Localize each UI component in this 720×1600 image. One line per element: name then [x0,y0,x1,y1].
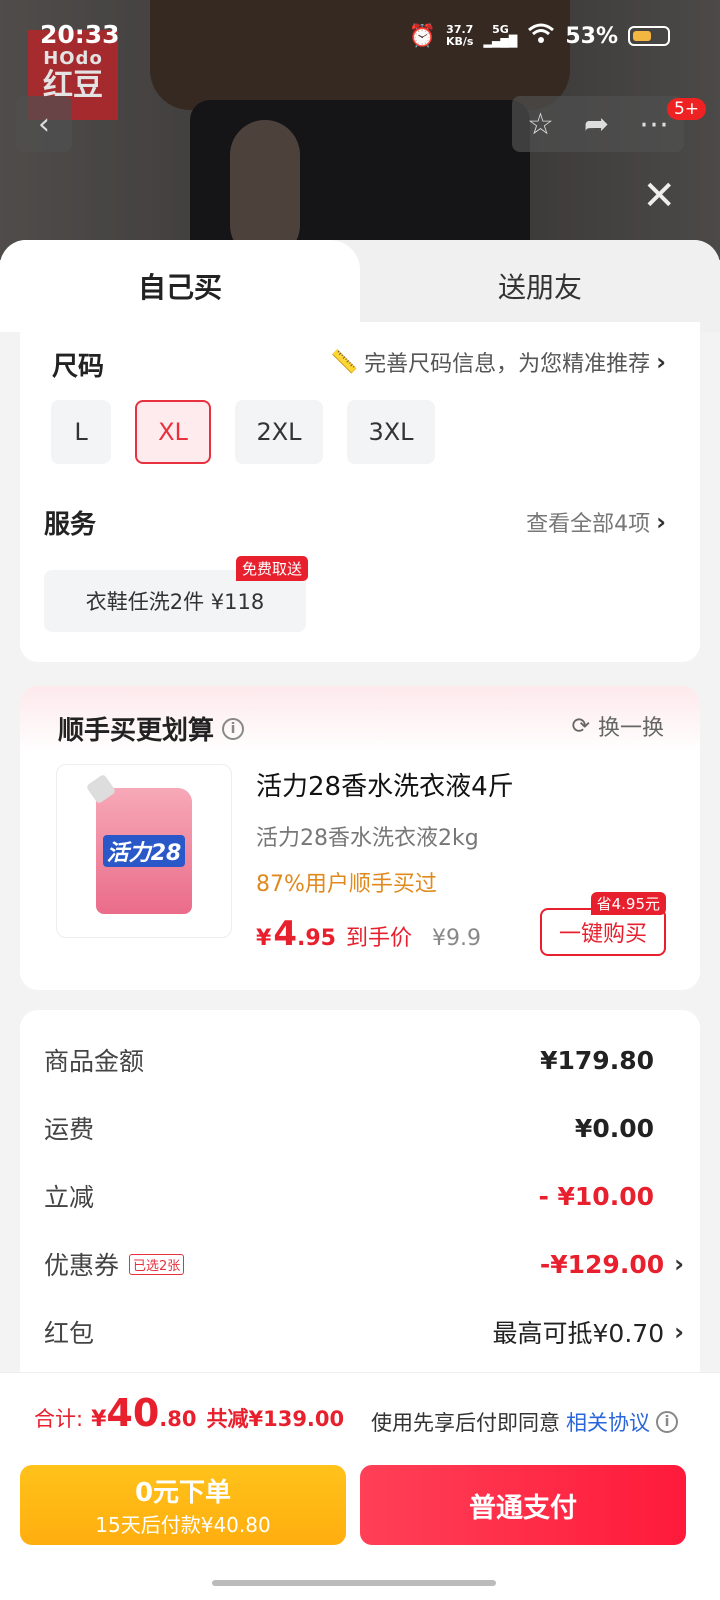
size-info-link[interactable]: 📏 完善尺码信息，为您精准推荐 › [331,346,666,378]
save-badge: 省4.95元 [590,892,666,915]
deal-title: 顺手买更划算 i [58,710,245,747]
ruler-icon: 📏 [330,349,359,375]
size-option-xl[interactable]: XL [135,400,211,464]
bought-rate: 87%用户顺手买过 [256,872,437,897]
status-bar: 20:33 ⏰ 37.7 KB/s 5G ▂▄▆█ 53% [0,18,720,58]
back-arrow-icon: ‹ [38,106,50,142]
info-icon[interactable]: i [656,1411,678,1433]
chevron-right-icon: › [656,508,666,536]
size-option-3xl[interactable]: 3XL [347,400,435,464]
tab-self[interactable]: 自己买 [0,240,360,332]
deal-price: ¥ 4 .95 到手价 ¥9.9 [256,914,481,954]
size-title: 尺码 [52,352,105,382]
back-button[interactable]: ‹ [16,96,72,152]
one-click-buy-button[interactable]: 一键购买 [540,908,666,956]
signal-icon: 5G ▂▄▆█ [483,23,518,48]
info-icon[interactable]: i [222,717,245,740]
chevron-right-icon: › [674,1250,684,1278]
alarm-icon: ⏰ [408,23,436,49]
size-option-2xl[interactable]: 2XL [235,400,323,464]
summary-discount-row: 立减 - ¥10.00 [44,1181,654,1213]
summary-goods-row: 商品金额 ¥179.80 [44,1045,654,1077]
checkout-footer: 合计: ¥ 40 .80 共减¥139.00 使用先享后付即同意 相关协议 i … [0,1372,720,1600]
favorite-star-icon[interactable]: ☆ [527,107,554,142]
summary-shipping-row: 运费 ¥0.00 [44,1113,654,1145]
normal-pay-button[interactable]: 普通支付 [360,1465,686,1545]
size-option-l[interactable]: L [51,400,111,464]
refresh-icon: ⟳ [571,713,590,739]
free-pickup-badge: 免费取送 [236,556,309,581]
more-icon[interactable]: ⋯ [639,107,669,142]
home-indicator[interactable] [212,1580,496,1586]
addon-deal-card: 顺手买更划算 i ⟳ 换一换 活力28 活力28香水洗衣液4斤 活力28香水洗衣… [20,686,700,990]
share-icon[interactable]: ➦ [584,107,609,142]
purchase-tabs: 送朋友 自己买 [0,240,720,332]
options-card: 尺码 📏 完善尺码信息，为您精准推荐 › L XL 2XL 3XL 服务 查看全… [20,322,700,662]
battery-percent: 53% [565,23,618,49]
close-icon[interactable]: ✕ [642,176,676,216]
product-image[interactable]: 活力28 [56,764,232,938]
tab-gift[interactable]: 送朋友 [360,240,720,332]
summary-redpacket-row[interactable]: 红包 最高可抵¥0.70 › [44,1312,684,1352]
chevron-right-icon: › [656,348,666,376]
total-amount: 合计: ¥ 40 .80 共减¥139.00 [34,1391,345,1435]
swap-button[interactable]: ⟳ 换一换 [572,710,664,742]
summary-coupon-row[interactable]: 优惠券 已选2张 -¥129.00 › [44,1244,684,1284]
product-spec: 活力28香水洗衣液2kg [256,826,479,851]
chevron-right-icon: › [674,1318,684,1346]
message-badge: 5+ [666,98,706,120]
product-name[interactable]: 活力28香水洗衣液4斤 [256,766,514,803]
battery-icon [628,26,670,46]
agreement-link[interactable]: 相关协议 [566,1407,650,1437]
service-title: 服务 [44,510,97,540]
service-all-link[interactable]: 查看全部4项 › [526,506,666,538]
pay-later-button[interactable]: 0元下单 15天后付款¥40.80 [20,1465,346,1545]
top-actions: ☆ ➦ ⋯ [512,96,684,152]
wifi-icon [527,22,555,50]
agreement-text: 使用先享后付即同意 相关协议 i [371,1407,678,1437]
coupon-count-tag: 已选2张 [129,1253,185,1275]
original-price: ¥9.9 [431,926,481,951]
status-time: 20:33 [40,20,120,49]
total-savings: 共减¥139.00 [206,1407,345,1431]
network-speed: 37.7 KB/s [446,23,474,48]
